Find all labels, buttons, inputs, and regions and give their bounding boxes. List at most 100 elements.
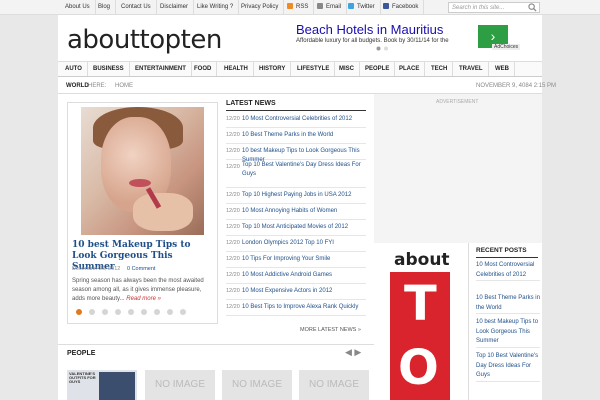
about-banner-letter: O <box>398 340 439 396</box>
rss-icon <box>287 3 293 9</box>
slider-dot[interactable] <box>128 309 134 315</box>
search-input[interactable]: Search in this site... <box>448 2 540 13</box>
nav-item-world[interactable]: WORLD <box>66 83 89 89</box>
news-item-title[interactable]: Top 10 Most Anticipated Movies of 2012 <box>242 223 366 232</box>
slider-dot[interactable] <box>141 309 147 315</box>
news-item[interactable]: 12/20 10 Most Annoying Habits of Women <box>226 204 366 220</box>
heading-divider <box>226 110 366 111</box>
news-item[interactable]: 12/20 Top 10 Highest Paying Jobs in USA 2… <box>226 188 366 204</box>
nav-item-food[interactable]: FOOD <box>189 62 218 76</box>
slider-dot[interactable] <box>154 309 160 315</box>
no-image-placeholder[interactable]: NO IMAGE <box>299 370 369 400</box>
nav-item-tech[interactable]: TECH <box>426 62 454 76</box>
twitter-icon <box>348 3 354 9</box>
news-item[interactable]: 12/20 Top 10 Most Anticipated Movies of 2… <box>226 220 366 236</box>
featured-comment-link[interactable]: 0 Comment <box>127 266 155 272</box>
news-item-date: 12/20 <box>226 132 240 138</box>
news-item-title[interactable]: London Olympics 2012 Top 10 FYI <box>242 239 366 248</box>
nav-item-health[interactable]: HEALTH <box>219 62 254 76</box>
about-banner-word: about <box>394 250 450 270</box>
slider-dot[interactable] <box>115 309 121 315</box>
news-item-title[interactable]: 10 Best Tips to Improve Alexa Rank Quick… <box>242 303 366 312</box>
read-more-link[interactable]: Read more » <box>126 296 161 302</box>
featured-date: December 20, 2012 <box>72 266 121 272</box>
recent-post-link[interactable]: 10 Best Theme Parks in the World <box>476 294 540 314</box>
news-item-date: 12/20 <box>226 256 240 262</box>
top-link-privacy-policy[interactable]: Privacy Policy <box>236 0 285 14</box>
news-item[interactable]: 12/20 London Olympics 2012 Top 10 FYI <box>226 236 366 252</box>
nav-item-web[interactable]: WEB <box>490 62 515 76</box>
heading-divider <box>476 257 538 258</box>
left-background <box>0 15 58 400</box>
news-item[interactable]: 12/20 10 Most Addictive Android Games <box>226 268 366 284</box>
people-thumbnail[interactable]: VALENTINE'S OUTFITS FOR GUYS <box>67 370 137 400</box>
news-item-date: 12/20 <box>226 116 240 122</box>
top-link-contact-us[interactable]: Contact Us <box>116 0 157 14</box>
slider-dot[interactable] <box>76 309 82 315</box>
news-item-title[interactable]: 10 Tips For Improving Your Smile <box>242 255 366 264</box>
ad-pager[interactable] <box>376 46 390 51</box>
nav-item-business[interactable]: BUSINESS <box>88 62 130 76</box>
latest-news-heading: LATEST NEWS <box>226 100 276 107</box>
thumbnail-caption: VALENTINE'S OUTFITS FOR GUYS <box>69 371 96 384</box>
rss-link[interactable]: RSS <box>282 0 315 14</box>
top-link-disclaimer[interactable]: Disclaimer <box>155 0 195 14</box>
advertisement-label: ADVERTISEMENT <box>436 99 479 105</box>
top-link-about-us[interactable]: About Us <box>60 0 96 14</box>
news-item-date: 12/20 <box>226 224 240 230</box>
facebook-link[interactable]: Facebook <box>378 0 425 14</box>
no-image-placeholder[interactable]: NO IMAGE <box>222 370 292 400</box>
twitter-link[interactable]: Twitter <box>343 0 381 14</box>
nav-item-misc[interactable]: MISC <box>334 62 360 76</box>
news-item[interactable]: 12/20 10 Best Tips to Improve Alexa Rank … <box>226 300 366 316</box>
more-latest-news-link[interactable]: MORE LATEST NEWS » <box>300 327 361 333</box>
news-item-title[interactable]: Top 10 Highest Paying Jobs in USA 2012 <box>242 191 366 200</box>
email-link[interactable]: Email <box>312 0 348 14</box>
slider-dot[interactable] <box>102 309 108 315</box>
recent-post-link[interactable]: 10 best Makeup Tips to Look Gorgeous Thi… <box>476 318 540 348</box>
news-item-title[interactable]: 10 Best Theme Parks in the World <box>242 131 366 140</box>
nav-item-travel[interactable]: TRAVEL <box>454 62 489 76</box>
news-item[interactable]: 12/20 Top 10 Best Valentine's Day Dress I… <box>226 160 366 188</box>
people-carousel-arrows[interactable]: ◀ ▶ <box>345 347 361 358</box>
recent-post-link[interactable]: Top 10 Best Valentine's Day Dress Ideas … <box>476 352 540 382</box>
news-item-date: 12/20 <box>226 208 240 214</box>
search-icon[interactable] <box>528 3 537 12</box>
news-item[interactable]: 12/20 10 Most Expensive Actors in 2012 <box>226 284 366 300</box>
top-link-like-writing[interactable]: Like Writing ? <box>192 0 240 14</box>
featured-excerpt: Spring season has always been the most a… <box>72 277 212 304</box>
news-item-title[interactable]: 10 Most Controversial Celebrities of 201… <box>242 115 366 124</box>
news-item-title[interactable]: 10 Most Addictive Android Games <box>242 271 366 280</box>
breadcrumb-label: HERE: <box>88 83 107 89</box>
news-item[interactable]: 12/20 10 Tips For Improving Your Smile <box>226 252 366 268</box>
chevron-right-icon: › <box>490 28 496 44</box>
nav-item-people[interactable]: PEOPLE <box>360 62 396 76</box>
news-item-title[interactable]: 10 Most Expensive Actors in 2012 <box>242 287 366 296</box>
slider-dot[interactable] <box>167 309 173 315</box>
rss-label: RSS <box>296 4 309 10</box>
nav-item-entertainment[interactable]: ENTERTAINMENT <box>130 62 192 76</box>
adchoices-badge[interactable]: AdChoices <box>492 44 521 50</box>
news-item[interactable]: 12/20 10 best Makeup Tips to Look Gorgeou… <box>226 144 366 163</box>
nav-item-history[interactable]: HISTORY <box>254 62 292 76</box>
ad-title[interactable]: Beach Hotels in Mauritius <box>296 22 443 37</box>
nav-item-auto[interactable]: AUTO <box>60 62 88 76</box>
news-item-date: 12/20 <box>226 164 240 170</box>
news-item-date: 12/20 <box>226 240 240 246</box>
site-logo[interactable]: abouttopten <box>67 25 222 55</box>
top-link-blog[interactable]: Blog <box>93 0 117 14</box>
news-item-title[interactable]: Top 10 Best Valentine's Day Dress Ideas … <box>242 161 366 179</box>
slider-dot[interactable] <box>89 309 95 315</box>
nav-item-lifestyle[interactable]: LIFESTYLE <box>292 62 336 76</box>
news-item[interactable]: 12/20 10 Most Controversial Celebrities o… <box>226 112 366 128</box>
recent-post-link[interactable]: 10 Most Controversial Celebrities of 201… <box>476 261 540 281</box>
breadcrumb-home-link[interactable]: HOME <box>115 83 133 89</box>
nav-item-place[interactable]: PLACE <box>394 62 426 76</box>
featured-image[interactable] <box>81 107 204 235</box>
news-item-title[interactable]: 10 Most Annoying Habits of Women <box>242 207 366 216</box>
no-image-placeholder[interactable]: NO IMAGE <box>145 370 215 400</box>
main-nav: AUTO BUSINESS ENTERTAINMENT FOOD HEALTH … <box>58 61 542 77</box>
slider-dot[interactable] <box>180 309 186 315</box>
recent-posts-heading: RECENT POSTS <box>476 247 527 254</box>
news-item[interactable]: 12/20 10 Best Theme Parks in the World <box>226 128 366 144</box>
